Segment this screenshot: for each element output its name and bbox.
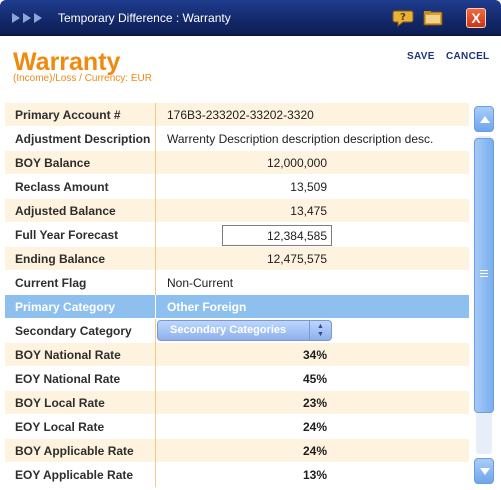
row-value: 45% — [302, 372, 327, 386]
row-value: 12,475,575 — [266, 252, 327, 266]
row-label: Secondary Category — [15, 324, 132, 338]
arrow-down-icon — [480, 468, 490, 475]
select-value: Secondary Categories — [170, 324, 287, 336]
row-value: Non-Current — [167, 276, 234, 290]
scroll-thumb[interactable] — [474, 138, 494, 413]
row-label: BOY Local Rate — [15, 396, 105, 410]
row-primary-account: Primary Account # 176B3-233202-33202-332… — [5, 103, 469, 127]
row-label: Current Flag — [15, 276, 87, 290]
arrow-up-icon — [480, 116, 490, 123]
row-label: Adjusted Balance — [15, 204, 116, 218]
row-value: 176B3-233202-33202-3320 — [167, 108, 314, 122]
svg-text:?: ? — [400, 12, 406, 23]
row-boy-national-rate: BOY National Rate 34% — [5, 343, 469, 367]
grip-icon — [480, 270, 488, 271]
full-year-forecast-input[interactable]: 12,384,585 — [222, 225, 332, 246]
row-value: Warrenty Description description descrip… — [167, 132, 434, 146]
row-full-year-forecast: Full Year Forecast 12,384,585 — [5, 223, 469, 247]
row-label: Reclass Amount — [15, 180, 109, 194]
row-value: 23% — [302, 396, 327, 410]
row-label: EOY Applicable Rate — [15, 468, 134, 482]
cancel-button[interactable]: CANCEL — [446, 51, 489, 62]
row-label: BOY Applicable Rate — [15, 444, 134, 458]
row-adjusted-balance: Adjusted Balance 13,475 — [5, 199, 469, 223]
row-label: Full Year Forecast — [15, 228, 119, 242]
row-boy-balance: BOY Balance 12,000,000 — [5, 151, 469, 175]
row-primary-category[interactable]: Primary Category Other Foreign — [5, 295, 469, 319]
vertical-scrollbar[interactable] — [474, 106, 494, 484]
row-value: 13% — [302, 468, 327, 482]
row-label: Primary Account # — [15, 108, 121, 122]
row-value: 24% — [302, 444, 327, 458]
titlebar-arrows-icon — [12, 11, 42, 25]
row-value: 13,509 — [290, 180, 327, 194]
row-value: 13,475 — [290, 204, 327, 218]
row-reclass-amount: Reclass Amount 13,509 — [5, 175, 469, 199]
help-icon[interactable]: ? — [392, 8, 414, 28]
row-boy-local-rate: BOY Local Rate 23% — [5, 391, 469, 415]
row-label: EOY National Rate — [15, 372, 121, 386]
row-label: Adjustment Description — [15, 132, 151, 146]
row-label: Ending Balance — [15, 252, 106, 266]
row-eoy-national-rate: EOY National Rate 45% — [5, 367, 469, 391]
page-subtitle: (Income)/Loss / Currency: EUR — [13, 73, 152, 84]
window-title: Temporary Difference : Warranty — [58, 11, 231, 25]
secondary-category-select[interactable]: Secondary Categories ▲ ▼ — [157, 320, 332, 341]
scroll-down-button[interactable] — [474, 458, 494, 484]
row-eoy-applicable-rate: EOY Applicable Rate 13% — [5, 463, 469, 487]
row-value: Other Foreign — [167, 300, 247, 314]
save-button[interactable]: SAVE — [407, 51, 435, 62]
row-eoy-local-rate: EOY Local Rate 24% — [5, 415, 469, 439]
row-label: EOY Local Rate — [15, 420, 105, 434]
scroll-up-button[interactable] — [474, 106, 494, 132]
row-value: 24% — [302, 420, 327, 434]
row-label: BOY Balance — [15, 156, 91, 170]
select-arrows-icon: ▲ ▼ — [309, 321, 331, 340]
row-label: Primary Category — [15, 300, 116, 314]
row-label: BOY National Rate — [15, 348, 121, 362]
details-grid: Primary Account # 176B3-233202-33202-332… — [5, 103, 469, 487]
row-adjustment-description: Adjustment Description Warrenty Descript… — [5, 127, 469, 151]
folder-icon[interactable] — [422, 8, 444, 28]
row-boy-applicable-rate: BOY Applicable Rate 24% — [5, 439, 469, 463]
row-value: 34% — [302, 348, 327, 362]
row-current-flag: Current Flag Non-Current — [5, 271, 469, 295]
row-secondary-category: Secondary Category Secondary Categories … — [5, 319, 469, 343]
row-value: 12,000,000 — [266, 156, 327, 170]
row-ending-balance: Ending Balance 12,475,575 — [5, 247, 469, 271]
window-titlebar: Temporary Difference : Warranty ? X — [0, 0, 501, 36]
close-button[interactable]: X — [466, 8, 486, 28]
